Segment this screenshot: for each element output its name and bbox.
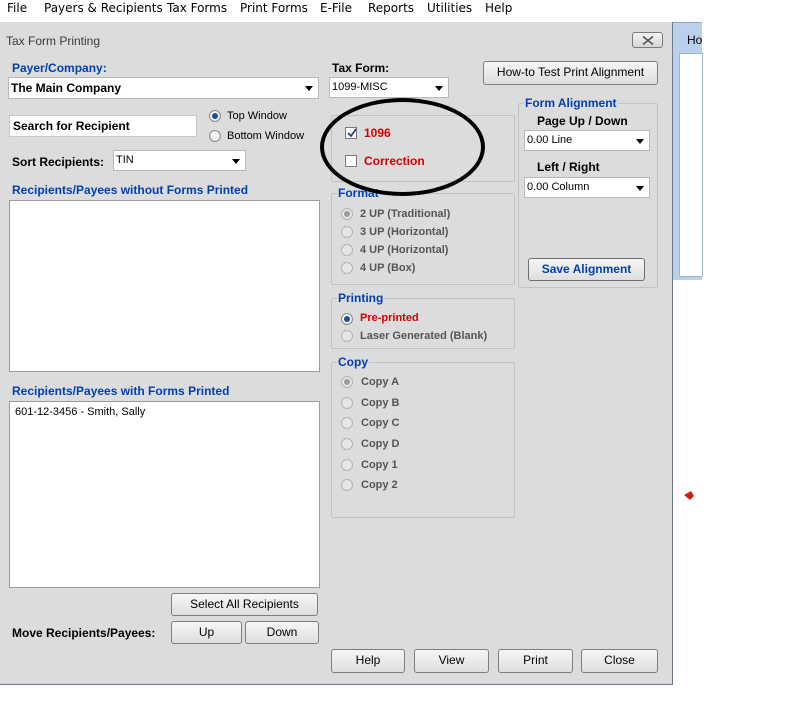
copy-group xyxy=(331,362,515,518)
copy-2-label: Copy 2 xyxy=(361,479,398,491)
tax-form-combo[interactable]: 1099-MISC xyxy=(329,77,449,98)
red-pointer-icon xyxy=(684,491,694,500)
payer-value: The Main Company xyxy=(11,81,122,95)
background-window-title: Ho xyxy=(687,33,703,47)
printing-laser-radio[interactable] xyxy=(341,330,353,342)
format-2up-radio[interactable] xyxy=(341,208,353,220)
top-window-radio[interactable] xyxy=(209,110,221,122)
close-button[interactable]: Close xyxy=(581,649,658,673)
menu-efile[interactable]: E-File xyxy=(320,0,352,16)
copy-2-radio[interactable] xyxy=(341,479,353,491)
copy-a-radio[interactable] xyxy=(341,376,353,388)
menu-tax-forms[interactable]: Tax Forms xyxy=(167,0,227,16)
background-window[interactable]: Ho xyxy=(672,22,703,280)
background-window-content xyxy=(679,53,703,277)
printing-preprinted-radio[interactable] xyxy=(341,313,353,325)
copy-d-radio[interactable] xyxy=(341,438,353,450)
chevron-down-icon xyxy=(636,186,644,191)
top-window-label: Top Window xyxy=(227,110,287,122)
copy-d-label: Copy D xyxy=(361,438,400,450)
printing-caption: Printing xyxy=(337,291,385,305)
copy-c-radio[interactable] xyxy=(341,417,353,429)
search-recipient-input[interactable]: Search for Recipient xyxy=(9,115,197,137)
copy-caption: Copy xyxy=(337,355,369,369)
bottom-window-label: Bottom Window xyxy=(227,130,305,142)
down-button[interactable]: Down xyxy=(245,621,319,644)
menu-file[interactable]: File xyxy=(7,0,27,16)
format-3up-label: 3 UP (Horizontal) xyxy=(360,226,449,238)
format-4up-box-radio[interactable] xyxy=(341,262,353,274)
copy-a-label: Copy A xyxy=(361,376,400,388)
save-alignment-button[interactable]: Save Alignment xyxy=(528,258,645,281)
sort-recipients-combo[interactable]: TIN xyxy=(113,150,246,171)
payer-combo[interactable]: The Main Company xyxy=(8,77,319,99)
form-alignment-caption: Form Alignment xyxy=(524,96,618,110)
menu-reports[interactable]: Reports xyxy=(368,0,414,16)
up-button[interactable]: Up xyxy=(171,621,242,644)
left-right-label: Left / Right xyxy=(537,160,600,174)
tax-form-label: Tax Form: xyxy=(332,61,390,75)
copy-b-radio[interactable] xyxy=(341,397,353,409)
how-to-test-print-alignment-button[interactable]: How-to Test Print Alignment xyxy=(483,61,658,85)
format-4up-horizontal-radio[interactable] xyxy=(341,244,353,256)
chevron-down-icon xyxy=(435,86,443,91)
without-forms-label: Recipients/Payees without Forms Printed xyxy=(12,183,249,197)
dialog-titlebar: Tax Form Printing xyxy=(0,22,671,52)
menu-print-forms[interactable]: Print Forms xyxy=(240,0,308,16)
help-button[interactable]: Help xyxy=(331,649,405,673)
printing-laser-label: Laser Generated (Blank) xyxy=(360,330,488,342)
sort-recipients-label: Sort Recipients: xyxy=(12,155,105,169)
sort-value: TIN xyxy=(116,154,134,166)
copy-1-label: Copy 1 xyxy=(361,459,398,471)
bottom-window-radio[interactable] xyxy=(209,130,221,142)
page-up-down-combo[interactable]: 0.00 Line xyxy=(524,130,650,151)
copy-1-radio[interactable] xyxy=(341,459,353,471)
with-forms-label: Recipients/Payees with Forms Printed xyxy=(12,384,230,398)
format-2up-label: 2 UP (Traditional) xyxy=(360,208,451,220)
close-icon xyxy=(642,36,654,45)
left-right-combo[interactable]: 0.00 Column xyxy=(524,177,650,198)
copy-c-label: Copy C xyxy=(361,417,400,429)
copy-b-label: Copy B xyxy=(361,397,400,409)
menu-payers-recipients[interactable]: Payers & Recipients xyxy=(44,0,163,16)
view-button[interactable]: View xyxy=(414,649,489,673)
format-3up-radio[interactable] xyxy=(341,226,353,238)
menu-bar: File Payers & Recipients Tax Forms Print… xyxy=(0,0,702,17)
list-item[interactable]: 601-12-3456 - Smith, Sally xyxy=(15,406,145,418)
close-window-button[interactable] xyxy=(632,32,663,48)
recipients-without-forms-list[interactable] xyxy=(9,200,320,372)
print-button[interactable]: Print xyxy=(498,649,573,673)
printing-preprinted-label: Pre-printed xyxy=(360,312,419,324)
format-4up-box-label: 4 UP (Box) xyxy=(360,262,416,274)
left-right-value: 0.00 Column xyxy=(527,181,590,193)
chevron-down-icon xyxy=(636,139,644,144)
dialog-title: Tax Form Printing xyxy=(6,34,101,48)
tax-form-value: 1099-MISC xyxy=(332,81,388,93)
format-group xyxy=(331,193,515,285)
format-4up-horizontal-label: 4 UP (Horizontal) xyxy=(360,244,449,256)
menu-utilities[interactable]: Utilities xyxy=(427,0,472,16)
select-all-recipients-button[interactable]: Select All Recipients xyxy=(171,593,318,616)
recipients-with-forms-list[interactable]: 601-12-3456 - Smith, Sally xyxy=(9,401,320,588)
payer-label: Payer/Company: xyxy=(12,61,107,75)
search-recipient-text: Search for Recipient xyxy=(13,119,130,133)
menu-help[interactable]: Help xyxy=(485,0,512,16)
chevron-down-icon xyxy=(305,86,313,91)
page-up-down-label: Page Up / Down xyxy=(537,114,628,128)
chevron-down-icon xyxy=(232,159,240,164)
move-recipients-label: Move Recipients/Payees: xyxy=(12,626,156,640)
annotation-ellipse xyxy=(320,98,485,196)
page-up-down-value: 0.00 Line xyxy=(527,134,573,146)
